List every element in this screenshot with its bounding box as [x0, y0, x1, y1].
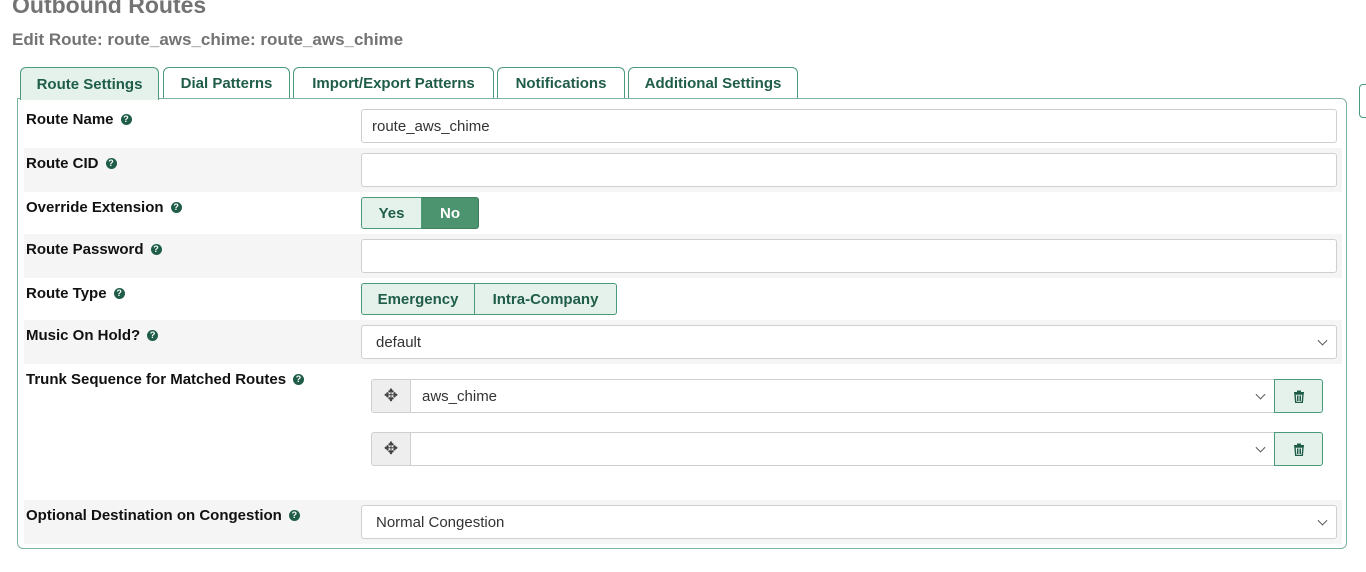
chevron-down-icon — [1317, 515, 1328, 526]
trunk-sequence-label-text: Trunk Sequence for Matched Routes — [26, 371, 287, 388]
route-type-intra-company-button[interactable]: Intra-Company — [475, 283, 617, 315]
congestion-destination-label: Optional Destination on Congestion ? — [26, 507, 300, 524]
question-circle-icon[interactable]: ? — [170, 202, 182, 213]
question-circle-icon[interactable]: ? — [147, 330, 159, 341]
route-name-label-text: Route Name — [26, 111, 114, 128]
tab-import-export-patterns[interactable]: Import/Export Patterns — [293, 67, 494, 98]
delete-trunk-button[interactable] — [1274, 432, 1323, 466]
page-subtitle: Edit Route: route_aws_chime: route_aws_c… — [12, 30, 404, 49]
trunk-select[interactable]: aws_chime — [410, 379, 1275, 413]
route-password-label: Route Password ? — [26, 241, 162, 258]
trunk-entry: ✥ — [371, 432, 1323, 466]
override-extension-row: Override Extension ? — [24, 192, 1342, 234]
tab-route-settings[interactable]: Route Settings — [20, 67, 159, 100]
music-on-hold-label: Music On Hold? ? — [26, 327, 159, 344]
trunk-sequence-label: Trunk Sequence for Matched Routes ? — [26, 371, 305, 388]
chevron-down-icon — [1255, 389, 1266, 400]
move-arrows-icon[interactable]: ✥ — [371, 379, 410, 413]
delete-trunk-button[interactable] — [1274, 379, 1323, 413]
route-type-row: Route Type ? — [24, 278, 1342, 320]
question-circle-icon[interactable]: ? — [105, 158, 117, 169]
chevron-down-icon — [1317, 335, 1328, 346]
route-cid-label: Route CID ? — [26, 155, 117, 172]
route-name-input[interactable]: route_aws_chime — [361, 109, 1337, 143]
move-arrows-icon[interactable]: ✥ — [371, 432, 410, 466]
route-type-toggle: Emergency Intra-Company — [361, 283, 617, 315]
music-on-hold-label-text: Music On Hold? — [26, 327, 141, 344]
question-circle-icon[interactable]: ? — [113, 288, 125, 299]
chevron-down-icon — [1255, 442, 1266, 453]
page-title: Outbound Routes — [12, 0, 207, 18]
route-cid-input[interactable] — [361, 153, 1337, 187]
trunk-select-value: aws_chime — [422, 387, 498, 405]
trash-icon — [1293, 390, 1304, 403]
congestion-destination-label-text: Optional Destination on Congestion — [26, 507, 282, 524]
route-cid-label-text: Route CID — [26, 155, 99, 172]
route-password-input[interactable] — [361, 239, 1337, 273]
trash-icon — [1293, 443, 1304, 456]
question-circle-icon[interactable]: ? — [293, 374, 305, 385]
route-type-label-text: Route Type — [26, 285, 107, 302]
question-circle-icon[interactable]: ? — [150, 244, 162, 255]
music-on-hold-value: default — [376, 333, 422, 351]
tab-notifications[interactable]: Notifications — [497, 67, 625, 98]
override-extension-toggle: Yes No — [361, 197, 479, 229]
music-on-hold-select[interactable]: default — [361, 325, 1337, 359]
route-name-label: Route Name ? — [26, 111, 132, 128]
override-extension-yes-button[interactable]: Yes — [361, 197, 422, 229]
route-password-label-text: Route Password — [26, 241, 144, 258]
route-type-label: Route Type ? — [26, 285, 125, 302]
question-circle-icon[interactable]: ? — [120, 114, 132, 125]
congestion-destination-select[interactable]: Normal Congestion — [361, 505, 1337, 539]
override-extension-label-text: Override Extension — [26, 199, 164, 216]
tab-dial-patterns[interactable]: Dial Patterns — [163, 67, 290, 98]
tab-additional-settings[interactable]: Additional Settings — [628, 67, 798, 98]
override-extension-no-button[interactable]: No — [422, 197, 479, 229]
question-circle-icon[interactable]: ? — [288, 510, 300, 521]
congestion-destination-value: Normal Congestion — [376, 513, 505, 531]
route-type-emergency-button[interactable]: Emergency — [361, 283, 475, 315]
trunk-select[interactable] — [410, 432, 1275, 466]
side-panel-toggle[interactable] — [1359, 84, 1366, 118]
trunk-entry: ✥ aws_chime — [371, 379, 1323, 413]
override-extension-label: Override Extension ? — [26, 199, 182, 216]
